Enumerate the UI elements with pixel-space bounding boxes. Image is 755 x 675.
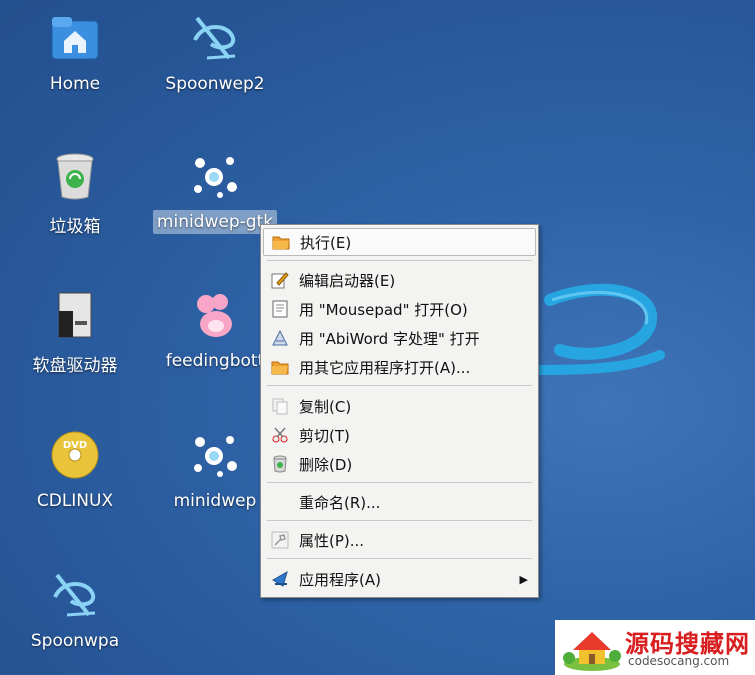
desktop-icon-cdlinux[interactable]: DVD CDLINUX: [5, 425, 145, 513]
scissors-icon: [269, 425, 291, 445]
desktop-icon-minidwep-gtk[interactable]: minidwep-gtk: [145, 146, 285, 234]
watermark-banner: 源码搜藏网 codesocang.com: [555, 620, 755, 675]
desktop-icon-spoonwpa[interactable]: Spoonwpa: [5, 565, 145, 653]
minidwep-splash-icon: [185, 425, 245, 485]
menu-item-open-mousepad[interactable]: 用 "Mousepad" 打开(O): [263, 296, 536, 322]
watermark-url: codesocang.com: [628, 654, 730, 668]
desktop-icon-label: CDLINUX: [36, 491, 114, 511]
menu-item-applications[interactable]: 应用程序(A) ▶: [263, 566, 536, 592]
desktop-icon-label: minidwep: [173, 491, 257, 511]
menu-separator: [267, 558, 532, 559]
edit-launcher-icon: [269, 270, 291, 290]
desktop-icon-label: 软盘驱动器: [32, 356, 118, 376]
abiword-icon: [269, 328, 291, 348]
menu-separator: [267, 385, 532, 386]
context-menu: 执行(E) 编辑启动器(E) 用 "Mousepad" 打开(O) 用 "Abi…: [260, 224, 539, 598]
open-folder-icon: [270, 232, 292, 252]
menu-item-label: 应用程序(A): [299, 570, 381, 589]
menu-item-label: 编辑启动器(E): [299, 271, 396, 290]
properties-icon: [269, 530, 291, 550]
menu-separator: [267, 482, 532, 483]
desktop-icon-label: feedingbott: [165, 351, 265, 371]
menu-item-rename[interactable]: 重命名(R)...: [263, 489, 536, 515]
desktop-icon-home[interactable]: Home: [5, 8, 145, 96]
menu-item-copy[interactable]: 复制(C): [263, 393, 536, 419]
applications-icon: [269, 569, 291, 589]
menu-item-label: 执行(E): [300, 233, 352, 252]
menu-item-label: 用其它应用程序打开(A)...: [299, 358, 471, 377]
menu-item-open-abiword[interactable]: 用 "AbiWord 字处理" 打开: [263, 325, 536, 351]
feeding-bottle-icon: [185, 285, 245, 345]
menu-item-label: 剪切(T): [299, 426, 350, 445]
desktop-icon-spoonwep2[interactable]: Spoonwep2: [145, 8, 285, 96]
background-swoosh-logo: [535, 283, 665, 375]
menu-item-edit-launcher[interactable]: 编辑启动器(E): [263, 267, 536, 293]
menu-item-properties[interactable]: 属性(P)...: [263, 527, 536, 553]
menu-item-label: 用 "Mousepad" 打开(O): [299, 300, 468, 319]
menu-separator: [267, 260, 532, 261]
menu-item-label: 复制(C): [299, 397, 352, 416]
trash-icon: [45, 146, 105, 206]
spoonwep-logo-icon: [185, 8, 245, 68]
menu-item-label: 删除(D): [299, 455, 353, 474]
menu-item-label: 重命名(R)...: [299, 493, 381, 512]
menu-item-open-with-other[interactable]: 用其它应用程序打开(A)...: [263, 354, 536, 380]
desktop-icon-trash[interactable]: 垃圾箱: [5, 146, 145, 239]
menu-item-label: 属性(P)...: [299, 531, 365, 550]
desktop-icon-label: Spoonwep2: [165, 74, 265, 94]
dvd-disc-icon: DVD: [45, 425, 105, 485]
svg-text:DVD: DVD: [63, 440, 87, 451]
menu-separator: [267, 520, 532, 521]
menu-item-cut[interactable]: 剪切(T): [263, 422, 536, 448]
menu-item-execute[interactable]: 执行(E): [263, 228, 536, 256]
desktop-icon-floppy[interactable]: 软盘驱动器: [5, 285, 145, 378]
desktop-icon-label: minidwep-gtk: [152, 210, 278, 234]
floppy-drive-icon: [45, 285, 105, 345]
submenu-arrow-icon: ▶: [519, 572, 528, 586]
watermark-house-logo: [563, 632, 621, 671]
copy-icon: [269, 396, 291, 416]
minidwep-splash-icon: [185, 146, 245, 206]
spoonwep-logo-icon: [45, 565, 105, 625]
trash-icon: [269, 454, 291, 474]
desktop-icon-label: Spoonwpa: [30, 631, 120, 651]
text-editor-icon: [269, 299, 291, 319]
desktop-icon-label: 垃圾箱: [49, 217, 101, 237]
menu-item-delete[interactable]: 删除(D): [263, 451, 536, 477]
home-folder-icon: [45, 8, 105, 68]
desktop-icon-label: Home: [49, 74, 101, 94]
menu-item-label: 用 "AbiWord 字处理" 打开: [299, 329, 480, 348]
open-folder-icon: [269, 357, 291, 377]
